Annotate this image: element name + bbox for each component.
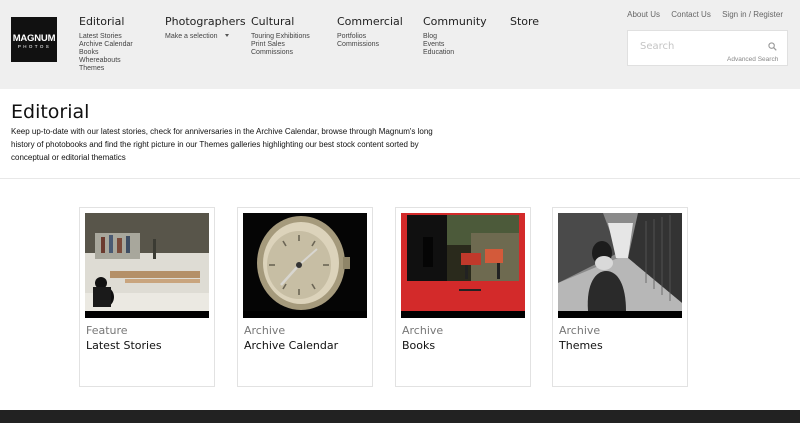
nav-store: Store	[510, 15, 539, 29]
search-icon[interactable]	[768, 42, 777, 51]
site-header: MAGNUM PHOTOS Editorial Latest Stories A…	[0, 0, 800, 89]
section-divider	[0, 178, 800, 179]
nav-link-themes[interactable]: Themes	[79, 65, 133, 73]
nav-submenu-cultural: Touring Exhibitions Print Sales Commissi…	[251, 33, 310, 57]
card-thumbnail-themes	[558, 213, 682, 318]
card-archive-calendar[interactable]: Archive Archive Calendar	[237, 207, 373, 387]
card-title: Archive Calendar	[244, 339, 339, 352]
caret-down-icon	[224, 34, 229, 37]
nav-commercial: Commercial Portfolios Commissions	[337, 15, 403, 49]
page-title: Editorial	[11, 101, 90, 123]
card-title: Latest Stories	[86, 339, 162, 352]
card-label: Archive	[402, 324, 444, 337]
nav-cultural: Cultural Touring Exhibitions Print Sales…	[251, 15, 310, 57]
nav-submenu-editorial: Latest Stories Archive Calendar Books Wh…	[79, 33, 133, 73]
card-label: Feature	[86, 324, 128, 337]
nav-link-blog[interactable]: Blog	[423, 33, 487, 41]
contact-us-link[interactable]: Contact Us	[671, 10, 711, 19]
card-thumbnail-archive-calendar	[243, 213, 367, 318]
nav-link-touring-exhibitions[interactable]: Touring Exhibitions	[251, 33, 310, 41]
search-input[interactable]	[640, 39, 760, 53]
nav-link-cultural-commissions[interactable]: Commissions	[251, 49, 310, 57]
sign-in-link[interactable]: Sign in / Register	[722, 10, 783, 19]
card-thumbnail-latest-stories	[85, 213, 209, 318]
nav-link-portfolios[interactable]: Portfolios	[337, 33, 403, 41]
photographer-select-dropdown[interactable]: Make a selection	[165, 33, 246, 41]
card-label: Archive	[244, 324, 286, 337]
nav-title-photographers[interactable]: Photographers	[165, 15, 246, 29]
card-themes[interactable]: Archive Themes	[552, 207, 688, 387]
nav-link-commercial-commissions[interactable]: Commissions	[337, 41, 403, 49]
card-title: Books	[402, 339, 436, 352]
card-title: Themes	[559, 339, 603, 352]
card-thumbnail-books	[401, 213, 525, 318]
magnum-logo[interactable]: MAGNUM PHOTOS	[11, 17, 57, 62]
logo-text: MAGNUM	[12, 33, 56, 44]
utility-links: About Us Contact Us Sign in / Register	[618, 10, 783, 19]
nav-link-events[interactable]: Events	[423, 41, 487, 49]
nav-link-print-sales[interactable]: Print Sales	[251, 41, 310, 49]
nav-submenu-photographers: Make a selection	[165, 33, 246, 41]
nav-submenu-community: Blog Events Education	[423, 33, 487, 57]
site-footer	[0, 410, 800, 423]
nav-link-books[interactable]: Books	[79, 49, 133, 57]
advanced-search-link[interactable]: Advanced Search	[727, 56, 778, 63]
nav-title-commercial[interactable]: Commercial	[337, 15, 403, 29]
nav-title-editorial[interactable]: Editorial	[79, 15, 133, 29]
page-intro: Keep up-to-date with our latest stories,…	[11, 127, 433, 162]
nav-community: Community Blog Events Education	[423, 15, 487, 57]
nav-link-education[interactable]: Education	[423, 49, 487, 57]
card-books[interactable]: Archive Books	[395, 207, 531, 387]
nav-submenu-commercial: Portfolios Commissions	[337, 33, 403, 49]
nav-link-whereabouts[interactable]: Whereabouts	[79, 57, 133, 65]
card-label: Archive	[559, 324, 601, 337]
card-latest-stories[interactable]: Feature Latest Stories	[79, 207, 215, 387]
nav-title-store[interactable]: Store	[510, 15, 539, 29]
photographer-select-label: Make a selection	[165, 33, 218, 40]
nav-title-cultural[interactable]: Cultural	[251, 15, 310, 29]
logo-subtext: PHOTOS	[17, 44, 52, 49]
nav-photographers: Photographers Make a selection	[165, 15, 246, 41]
about-us-link[interactable]: About Us	[627, 10, 660, 19]
nav-link-latest-stories[interactable]: Latest Stories	[79, 33, 133, 41]
nav-title-community[interactable]: Community	[423, 15, 487, 29]
nav-editorial: Editorial Latest Stories Archive Calenda…	[79, 15, 133, 73]
nav-link-archive-calendar[interactable]: Archive Calendar	[79, 41, 133, 49]
